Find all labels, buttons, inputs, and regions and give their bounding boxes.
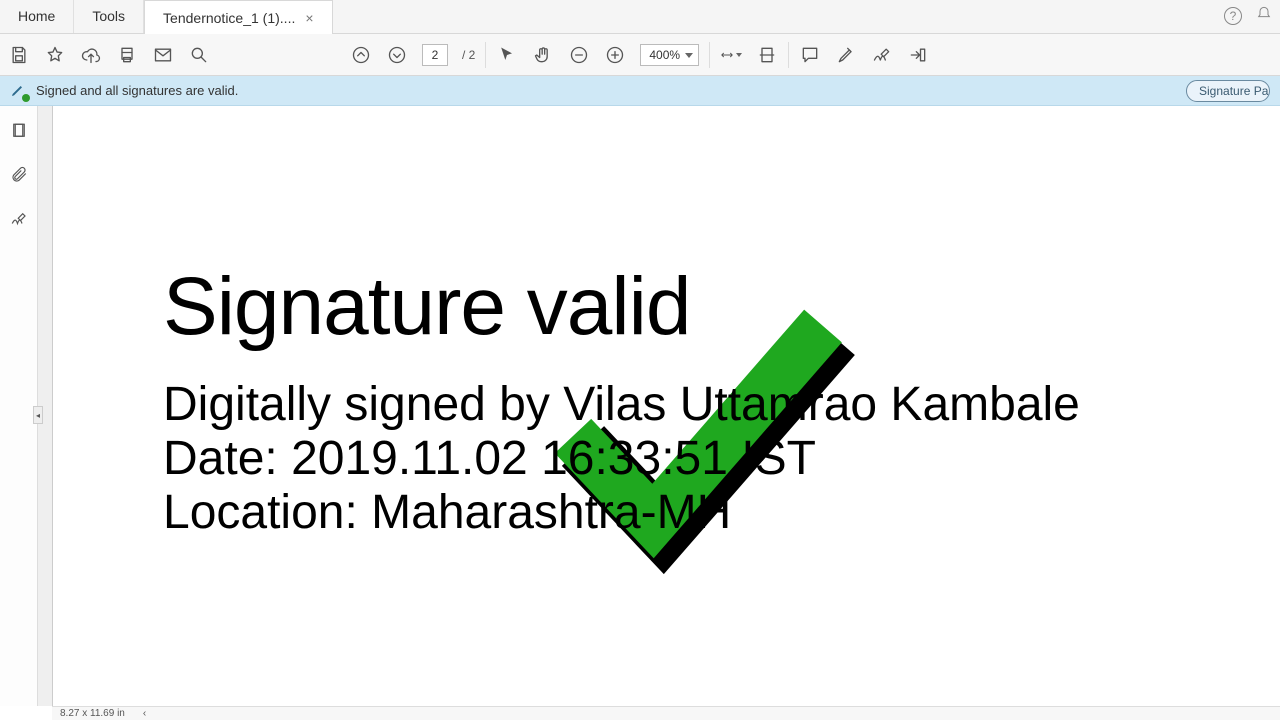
more-tools-icon[interactable] — [907, 44, 929, 66]
comment-icon[interactable] — [799, 44, 821, 66]
signature-panel-button[interactable]: Signature Pa — [1186, 80, 1270, 102]
attachments-icon[interactable] — [8, 164, 30, 186]
selection-tool-icon[interactable] — [496, 44, 518, 66]
save-icon[interactable] — [8, 44, 30, 66]
page-number-input[interactable] — [422, 44, 448, 66]
zoom-in-icon[interactable] — [604, 44, 626, 66]
search-icon[interactable] — [188, 44, 210, 66]
fit-width-icon[interactable] — [720, 44, 742, 66]
signature-banner: Signed and all signatures are valid. Sig… — [0, 76, 1280, 106]
page-up-icon[interactable] — [350, 44, 372, 66]
help-icon[interactable]: ? — [1224, 7, 1242, 25]
tab-document-label: Tendernotice_1 (1).... — [163, 10, 295, 26]
signature-title: Signature valid — [163, 266, 1243, 348]
toolbar: / 2 400% — [0, 34, 1280, 76]
page-dimensions-label: 8.27 x 11.69 in — [60, 708, 125, 719]
document-viewport[interactable]: Signature valid Digitally signed by Vila… — [38, 106, 1280, 706]
document-page: Signature valid Digitally signed by Vila… — [52, 106, 1280, 706]
zoom-out-icon[interactable] — [568, 44, 590, 66]
status-arrow-icon: ‹ — [143, 708, 146, 719]
fit-page-icon[interactable] — [756, 44, 778, 66]
signature-signed-by: Digitally signed by Vilas Uttamrao Kamba… — [163, 378, 1243, 432]
collapse-rail-handle[interactable]: ◂ — [33, 406, 43, 424]
tab-bar: Home Tools Tendernotice_1 (1).... × ? — [0, 0, 1280, 34]
zoom-level-select[interactable]: 400% — [640, 44, 699, 66]
notifications-icon[interactable] — [1256, 6, 1272, 27]
signature-valid-icon — [10, 82, 28, 100]
close-tab-icon[interactable]: × — [305, 10, 313, 26]
email-icon[interactable] — [152, 44, 174, 66]
signature-date: Date: 2019.11.02 16:33:51 IST — [163, 432, 1243, 486]
hand-tool-icon[interactable] — [532, 44, 554, 66]
cloud-upload-icon[interactable] — [80, 44, 102, 66]
signatures-rail-icon[interactable] — [8, 208, 30, 230]
tab-document[interactable]: Tendernotice_1 (1).... × — [144, 0, 332, 34]
thumbnails-icon[interactable] — [8, 120, 30, 142]
highlight-icon[interactable] — [835, 44, 857, 66]
status-bar: 8.27 x 11.69 in ‹ — [52, 706, 1280, 720]
tab-tools[interactable]: Tools — [74, 0, 144, 33]
print-icon[interactable] — [116, 44, 138, 66]
sign-icon[interactable] — [871, 44, 893, 66]
page-down-icon[interactable] — [386, 44, 408, 66]
signature-location: Location: Maharashtra-MH — [163, 486, 1243, 540]
page-total-label: / 2 — [462, 48, 475, 62]
tab-home[interactable]: Home — [0, 0, 74, 33]
signature-banner-text: Signed and all signatures are valid. — [36, 83, 238, 98]
signature-block: Signature valid Digitally signed by Vila… — [163, 266, 1243, 539]
star-icon[interactable] — [44, 44, 66, 66]
main-area: ◂ Signature valid Digitally signed by Vi… — [0, 106, 1280, 706]
